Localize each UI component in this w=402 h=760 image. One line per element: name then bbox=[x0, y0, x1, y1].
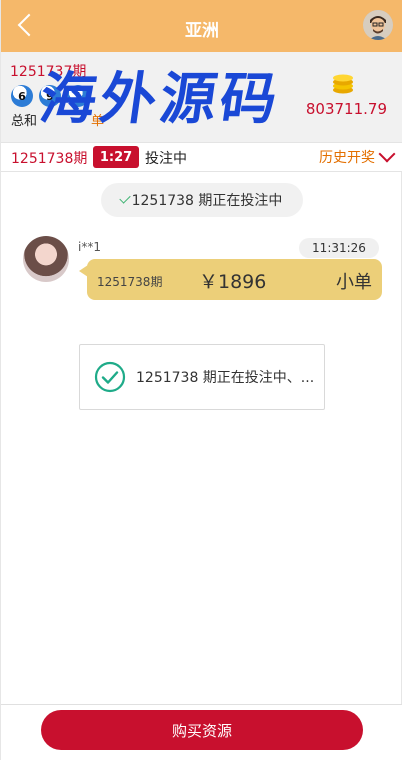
bet-type: 小单 bbox=[336, 272, 372, 293]
avatar[interactable] bbox=[23, 236, 69, 282]
sum-label: 总和 bbox=[11, 114, 38, 129]
draw-ball: 1 bbox=[67, 85, 89, 107]
balance-amount: 803711.79 bbox=[305, 100, 387, 118]
chevron-down-icon bbox=[378, 145, 396, 163]
username: i**1 bbox=[78, 240, 101, 254]
bet-bubble[interactable]: 1251738期 ￥1896 小单 bbox=[79, 259, 382, 300]
sum-tag: 单 bbox=[91, 114, 105, 129]
check-circle-icon bbox=[94, 361, 126, 393]
history-label: 历史开奖 bbox=[319, 150, 375, 166]
current-period: 1251738期 bbox=[11, 151, 88, 167]
last-period: 1251737期 bbox=[10, 64, 87, 80]
draw-ball: 9 bbox=[39, 85, 61, 107]
page: 亚洲 1251737期 6 9 1 总和 单 803711.79 海外源码 12… bbox=[0, 0, 402, 760]
toast: 1251738 期正在投注中、... bbox=[79, 344, 325, 410]
bet-amount: ￥1896 bbox=[199, 271, 267, 293]
buy-button[interactable]: 购买资源 bbox=[41, 710, 363, 750]
bottom-bar: 购买资源 bbox=[1, 704, 402, 760]
header: 亚洲 bbox=[1, 0, 402, 52]
message-time: 11:31:26 bbox=[299, 238, 379, 258]
last-draw-panel: 1251737期 6 9 1 总和 单 803711.79 bbox=[1, 52, 402, 142]
countdown-timer: 1:27 bbox=[93, 146, 139, 168]
check-icon bbox=[118, 192, 131, 204]
coins-icon bbox=[333, 74, 353, 94]
history-button[interactable]: 历史开奖 bbox=[319, 145, 396, 167]
current-period-bar: 1251738期 1:27 投注中 历史开奖 bbox=[1, 142, 402, 172]
draw-ball: 6 bbox=[11, 85, 33, 107]
avatar-man-icon bbox=[363, 10, 393, 40]
system-notice: 1251738 期正在投注中 bbox=[101, 183, 303, 217]
toast-text: 1251738 期正在投注中、... bbox=[136, 370, 315, 386]
draw-balls: 6 9 1 bbox=[11, 85, 89, 107]
notice-text: 1251738 期正在投注中 bbox=[131, 193, 283, 209]
user-avatar[interactable] bbox=[363, 10, 393, 40]
betting-status: 投注中 bbox=[145, 151, 187, 167]
bet-period: 1251738期 bbox=[97, 275, 163, 289]
page-title: 亚洲 bbox=[185, 21, 219, 41]
